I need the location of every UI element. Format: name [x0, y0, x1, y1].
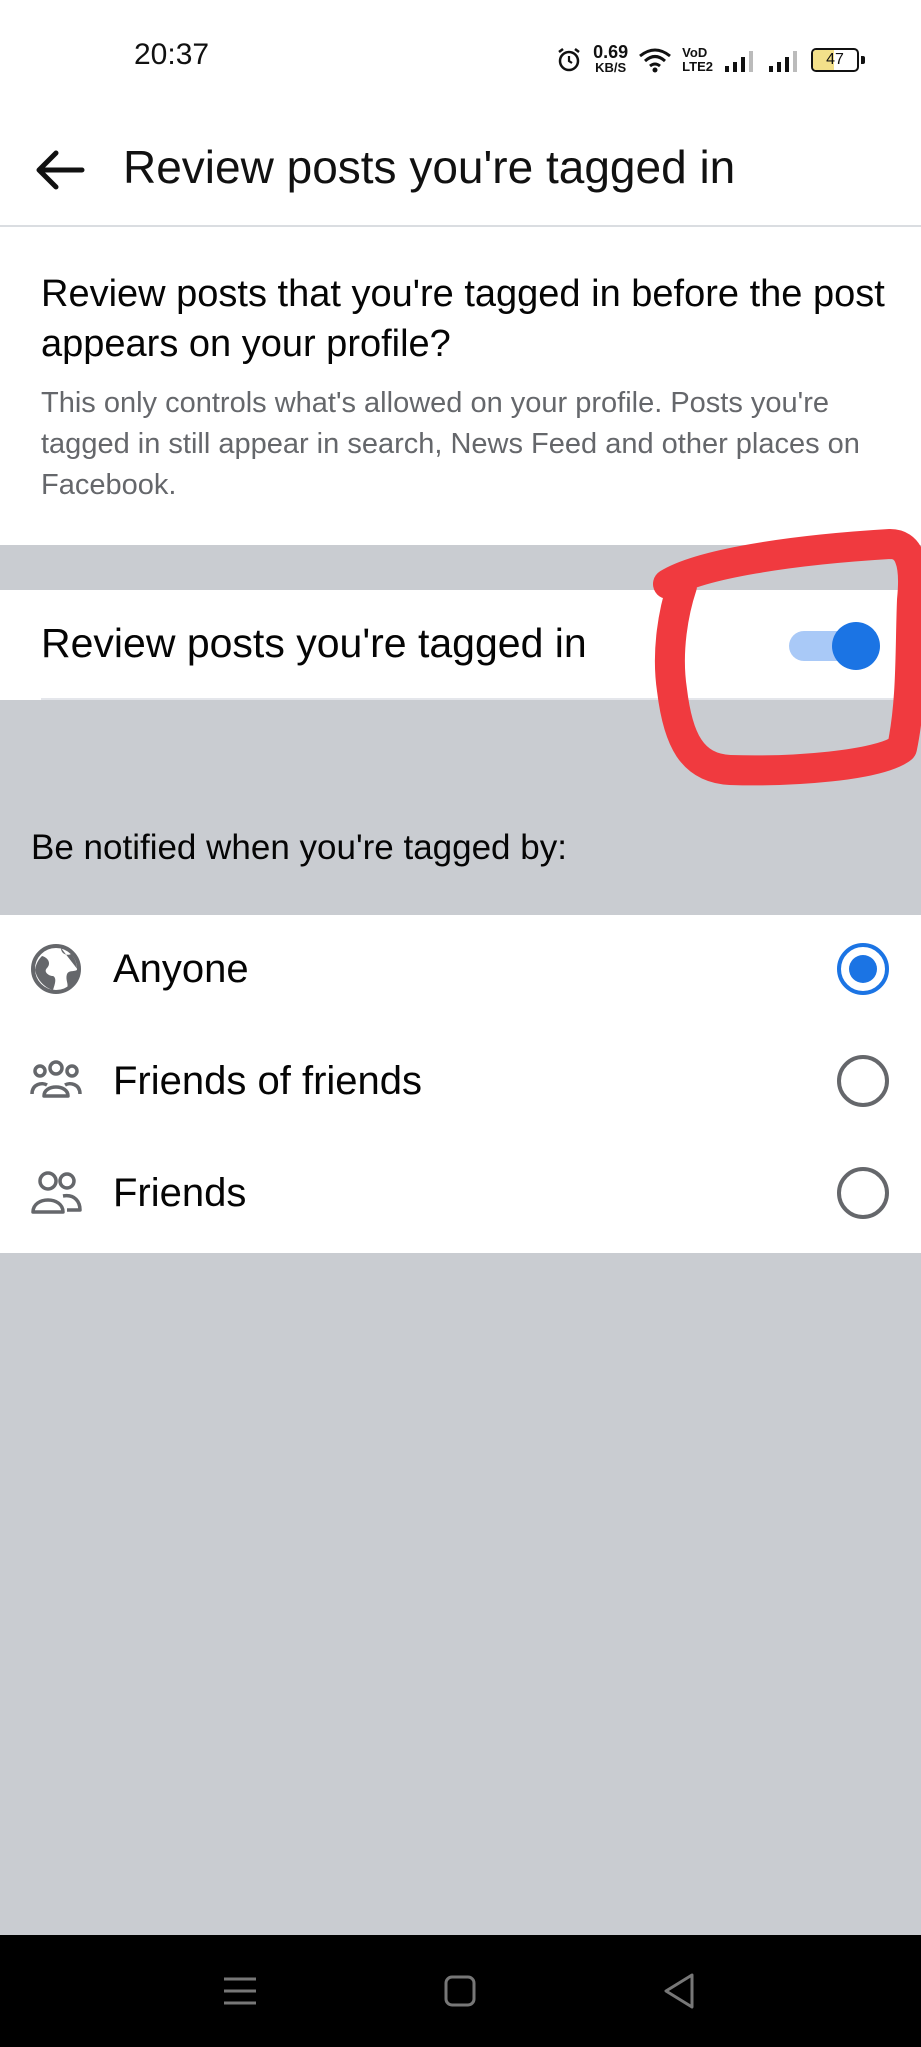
- option-anyone[interactable]: Anyone: [0, 915, 921, 1027]
- status-time: 20:37: [134, 38, 210, 71]
- option-friends-of-friends[interactable]: Friends of friends: [0, 1027, 921, 1139]
- intro-note: This only controls what's allowed on you…: [41, 387, 860, 501]
- option-label: Friends of friends: [113, 1059, 423, 1103]
- radio-friends-of-friends[interactable]: [837, 1055, 889, 1107]
- review-posts-switch[interactable]: [785, 622, 881, 670]
- wifi-icon: [639, 48, 672, 73]
- option-friends[interactable]: Friends: [0, 1139, 921, 1251]
- intro-question: Review posts that you're tagged in befor…: [41, 273, 885, 365]
- review-posts-toggle-row[interactable]: Review posts you're tagged in: [0, 590, 921, 700]
- switch-thumb: [832, 622, 880, 670]
- page-header: Review posts you're tagged in: [0, 112, 921, 227]
- volte-top: VoD: [682, 45, 708, 60]
- back-triangle-icon[interactable]: [656, 1967, 704, 2015]
- radio-anyone[interactable]: [837, 943, 889, 995]
- volte-indicator: VoD LTE2: [682, 46, 713, 74]
- network-speed-unit: KB/S: [595, 60, 627, 75]
- battery-tip: [861, 56, 865, 64]
- toggle-label: Review posts you're tagged in: [41, 620, 587, 666]
- signal-icon-sim1: [725, 51, 753, 72]
- status-icons: 0.69 KB/S VoD LTE2 47: [555, 40, 865, 80]
- page-title: Review posts you're tagged in: [123, 141, 736, 193]
- notify-section-header: Be notified when you're tagged by:: [31, 828, 567, 867]
- intro-section: Review posts that you're tagged in befor…: [0, 227, 921, 545]
- divider: [41, 698, 901, 700]
- radio-friends[interactable]: [837, 1167, 889, 1219]
- battery-icon: 47: [811, 48, 859, 72]
- volte-bottom: LTE2: [682, 59, 713, 74]
- alarm-icon: [558, 48, 580, 72]
- system-nav-bar: [0, 1935, 921, 2047]
- menu-icon[interactable]: [216, 1967, 264, 2015]
- globe-icon: [31, 944, 81, 994]
- status-bar: 20:37 0.69 KB/S VoD LTE2 47: [0, 0, 921, 112]
- group-icon: [30, 1060, 82, 1098]
- friends-icon: [31, 1171, 82, 1214]
- option-label: Anyone: [113, 947, 249, 991]
- option-label: Friends: [113, 1171, 247, 1215]
- network-speed: 0.69 KB/S: [593, 42, 629, 76]
- network-speed-value: 0.69: [593, 42, 629, 62]
- notify-options-list: Anyone Friends of friends Friends: [0, 915, 921, 1253]
- home-icon[interactable]: [436, 1967, 484, 2015]
- signal-icon-sim2: [769, 51, 797, 72]
- back-arrow-icon[interactable]: [30, 140, 90, 200]
- battery-level: 47: [826, 51, 844, 68]
